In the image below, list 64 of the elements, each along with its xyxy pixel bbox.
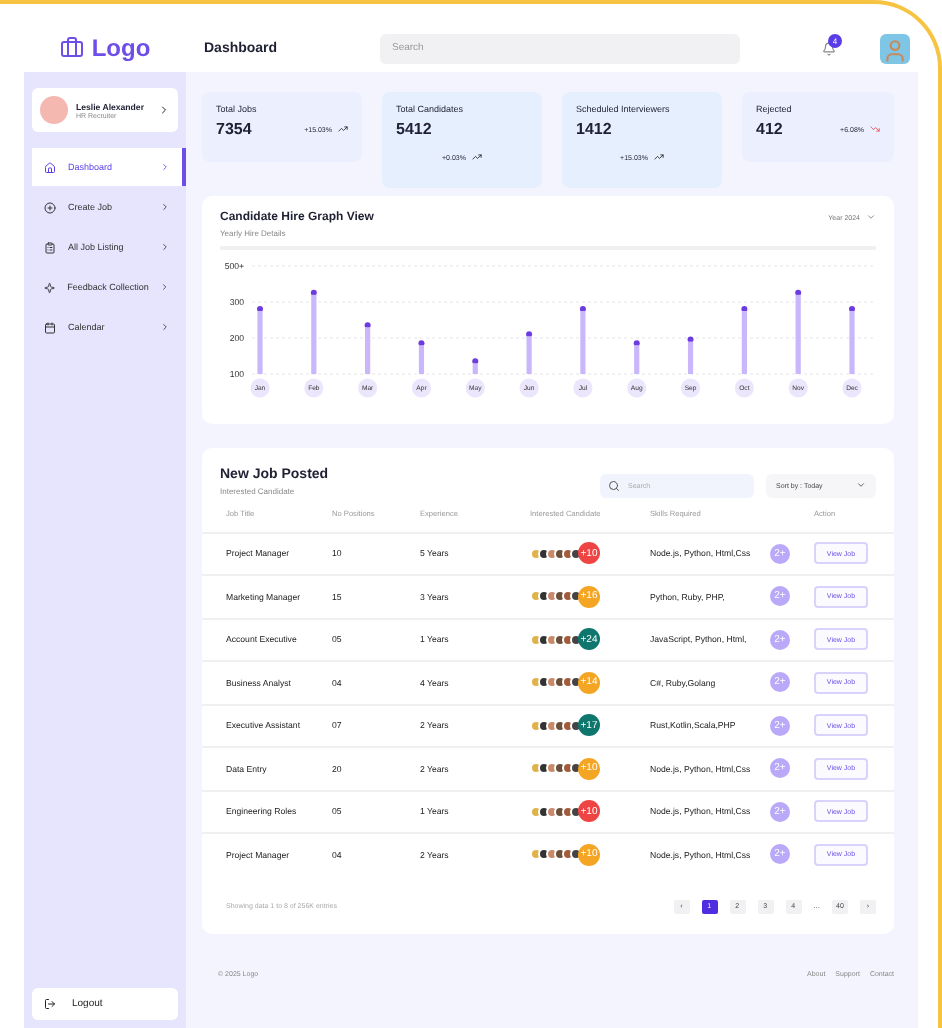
chart-bar	[795, 293, 801, 373]
bar-top-marker	[364, 321, 371, 328]
month-label-background	[411, 377, 432, 397]
briefcase-icon	[59, 36, 84, 60]
trend-up-icon	[653, 152, 664, 162]
month-label-background	[358, 377, 378, 397]
chart-bar	[526, 335, 532, 373]
trend-up-icon	[471, 152, 482, 162]
month-label-background	[250, 377, 270, 397]
chart-bar	[849, 310, 855, 373]
bar-top-marker	[418, 339, 425, 346]
month-label-background	[788, 377, 808, 397]
avatar[interactable]	[880, 33, 910, 63]
chart-bar	[741, 310, 747, 373]
chevron-right-icon	[160, 322, 170, 332]
stat-value: 412	[756, 120, 783, 138]
chevron-right-icon	[160, 162, 170, 172]
bar-top-marker	[633, 339, 640, 346]
chevron-right-icon	[160, 242, 170, 252]
month-label-background	[627, 377, 647, 397]
home-icon	[44, 161, 56, 173]
chart-bar	[634, 344, 640, 373]
stat-value: 5412	[396, 120, 432, 138]
bar-top-marker	[687, 335, 694, 342]
bar-top-marker	[526, 330, 533, 337]
chevron-right-icon	[160, 202, 170, 212]
month-label-background	[842, 377, 862, 397]
chevron-down-icon	[856, 480, 866, 490]
chart-bar	[580, 310, 586, 373]
bar-top-marker	[741, 305, 748, 311]
month-label-background	[734, 377, 754, 397]
bar-top-marker	[579, 305, 586, 311]
month-label-background	[680, 377, 701, 397]
clipboard-icon	[44, 241, 56, 253]
plus-circle-icon	[44, 201, 56, 213]
month-label-background	[573, 377, 593, 397]
avatar	[40, 96, 68, 124]
chart-bar	[311, 293, 317, 373]
bar-top-marker	[849, 305, 855, 311]
logout-icon	[44, 998, 56, 1010]
bar-top-marker	[472, 357, 479, 364]
bar-top-marker	[257, 305, 263, 311]
chevron-down-icon	[866, 212, 876, 222]
chevron-right-icon	[158, 104, 170, 116]
trend-down-icon	[870, 124, 880, 134]
month-label-background	[304, 377, 324, 397]
stat-value: 1412	[576, 120, 612, 138]
chart-bar	[257, 310, 263, 373]
chart-bar	[472, 362, 478, 373]
calendar-icon	[44, 321, 56, 333]
chart-bar	[687, 340, 694, 373]
bar-top-marker	[795, 288, 802, 295]
chevron-right-icon	[160, 282, 170, 292]
month-label-background	[519, 377, 539, 397]
month-label-background	[465, 377, 485, 397]
search-icon	[608, 479, 620, 491]
logo: Logo	[24, 24, 186, 72]
chart-bar	[418, 344, 425, 373]
stat-value: 7354	[216, 120, 252, 138]
bar-top-marker	[310, 288, 317, 295]
bell-icon[interactable]	[822, 41, 836, 55]
trend-up-icon	[338, 124, 348, 134]
chart-bar	[365, 326, 371, 373]
sparkle-icon	[44, 281, 56, 293]
